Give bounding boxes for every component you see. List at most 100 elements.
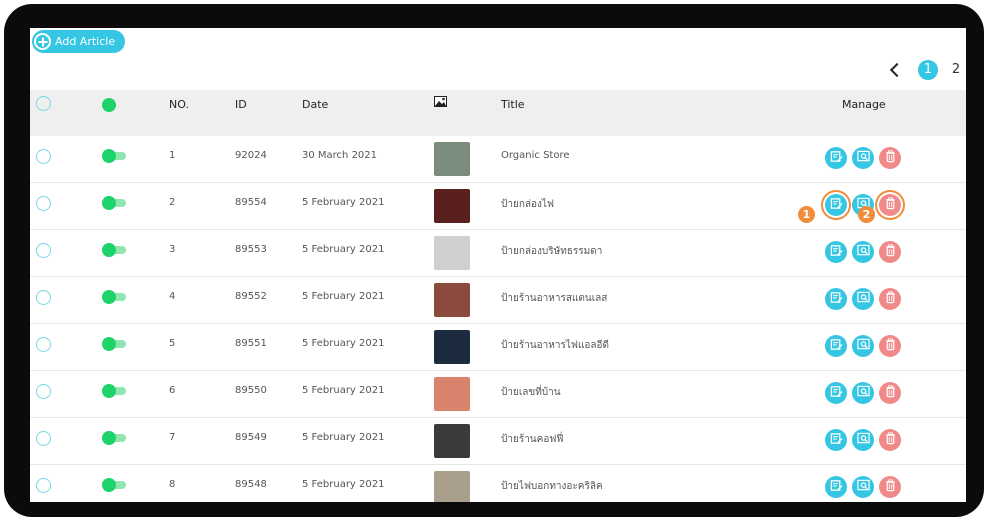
status-toggle[interactable] (102, 149, 128, 163)
chevron-left-icon[interactable] (889, 62, 905, 78)
row-checkbox[interactable] (36, 431, 51, 446)
status-toggle[interactable] (102, 478, 128, 492)
edit-icon (830, 432, 843, 448)
view-button[interactable] (852, 147, 874, 169)
delete-button[interactable] (879, 335, 901, 357)
cell-id: 89553 (235, 244, 267, 255)
view-button[interactable] (852, 382, 874, 404)
edit-button[interactable] (825, 288, 847, 310)
cell-no: 6 (169, 385, 176, 396)
article-thumbnail (434, 471, 470, 502)
edit-button[interactable] (825, 241, 847, 263)
header-no: NO. (169, 98, 189, 111)
cell-no: 7 (169, 432, 176, 443)
annotation-marker-1: 1 (798, 206, 815, 223)
edit-icon (830, 338, 843, 354)
cell-id: 89552 (235, 291, 267, 302)
status-toggle[interactable] (102, 196, 128, 210)
cell-date: 5 February 2021 (302, 197, 385, 208)
cell-date: 5 February 2021 (302, 244, 385, 255)
view-button[interactable] (852, 429, 874, 451)
row-checkbox[interactable] (36, 290, 51, 305)
edit-button[interactable] (825, 429, 847, 451)
status-toggle[interactable] (102, 337, 128, 351)
edit-icon (830, 150, 843, 166)
view-icon (856, 479, 870, 495)
device-frame: Add Article 1 2 3 NO. ID Date Title Mana… (4, 4, 984, 517)
table-row: 2 89554 5 February 2021 ป้ายกล่องไฟ (30, 183, 966, 230)
header-date: Date (302, 98, 329, 111)
cell-title: Organic Store (501, 150, 570, 161)
status-header-dot (102, 98, 116, 112)
cell-title: ป้ายกล่องไฟ (501, 199, 555, 210)
article-thumbnail (434, 377, 470, 411)
cell-title: ป้ายร้านคอฟฟี่ (501, 434, 564, 445)
cell-title: ป้ายเลขที่บ้าน (501, 387, 561, 398)
view-icon (856, 385, 870, 401)
edit-icon (830, 385, 843, 401)
cell-no: 8 (169, 479, 176, 490)
view-button[interactable] (852, 288, 874, 310)
table-row: 8 89548 5 February 2021 ป้ายไฟบอกทางอะคร… (30, 465, 966, 502)
cell-id: 89550 (235, 385, 267, 396)
view-icon (856, 150, 870, 166)
select-all-checkbox[interactable] (36, 96, 51, 111)
row-checkbox[interactable] (36, 196, 51, 211)
row-checkbox[interactable] (36, 478, 51, 493)
cell-id: 92024 (235, 150, 267, 161)
cell-id: 89551 (235, 338, 267, 349)
delete-button[interactable] (879, 476, 901, 498)
cell-title: ป้ายไฟบอกทางอะคริลิค (501, 481, 603, 492)
view-icon (856, 244, 870, 260)
edit-button[interactable] (825, 335, 847, 357)
delete-button[interactable] (879, 429, 901, 451)
trash-icon (884, 150, 897, 166)
status-toggle[interactable] (102, 384, 128, 398)
status-toggle[interactable] (102, 290, 128, 304)
delete-button[interactable] (879, 288, 901, 310)
add-article-label: Add Article (55, 35, 116, 48)
table-row: 6 89550 5 February 2021 ป้ายเลขที่บ้าน (30, 371, 966, 418)
edit-button[interactable] (825, 194, 847, 216)
trash-icon (884, 432, 897, 448)
delete-button[interactable] (879, 241, 901, 263)
delete-button[interactable] (879, 147, 901, 169)
table-header: NO. ID Date Title Manage (30, 90, 966, 136)
annotation-marker-2: 2 (858, 206, 875, 223)
app-screen: Add Article 1 2 3 NO. ID Date Title Mana… (30, 28, 966, 502)
edit-button[interactable] (825, 476, 847, 498)
view-button[interactable] (852, 476, 874, 498)
page-1[interactable]: 1 (918, 60, 938, 80)
cell-id: 89549 (235, 432, 267, 443)
header-manage: Manage (842, 98, 886, 111)
edit-button[interactable] (825, 147, 847, 169)
page-2[interactable]: 2 (946, 60, 966, 80)
delete-button[interactable] (879, 194, 901, 216)
edit-icon (830, 291, 843, 307)
edit-button[interactable] (825, 382, 847, 404)
row-checkbox[interactable] (36, 384, 51, 399)
row-checkbox[interactable] (36, 243, 51, 258)
view-button[interactable] (852, 241, 874, 263)
row-checkbox[interactable] (36, 337, 51, 352)
cell-title: ป้ายร้านอาหารไฟแอลอีดี (501, 340, 610, 351)
trash-icon (884, 197, 897, 213)
view-button[interactable] (852, 335, 874, 357)
status-toggle[interactable] (102, 431, 128, 445)
edit-icon (830, 479, 843, 495)
trash-icon (884, 479, 897, 495)
table-body: 1 92024 30 March 2021 Organic Store 2 89… (30, 136, 966, 502)
cell-date: 5 February 2021 (302, 385, 385, 396)
delete-button[interactable] (879, 382, 901, 404)
status-toggle[interactable] (102, 243, 128, 257)
edit-icon (830, 244, 843, 260)
row-checkbox[interactable] (36, 149, 51, 164)
trash-icon (884, 291, 897, 307)
pagination: 1 2 3 (889, 60, 966, 80)
trash-icon (884, 244, 897, 260)
add-article-button[interactable]: Add Article (32, 30, 126, 53)
header-title: Title (501, 98, 525, 111)
cell-date: 5 February 2021 (302, 432, 385, 443)
article-thumbnail (434, 189, 470, 223)
cell-id: 89554 (235, 197, 267, 208)
